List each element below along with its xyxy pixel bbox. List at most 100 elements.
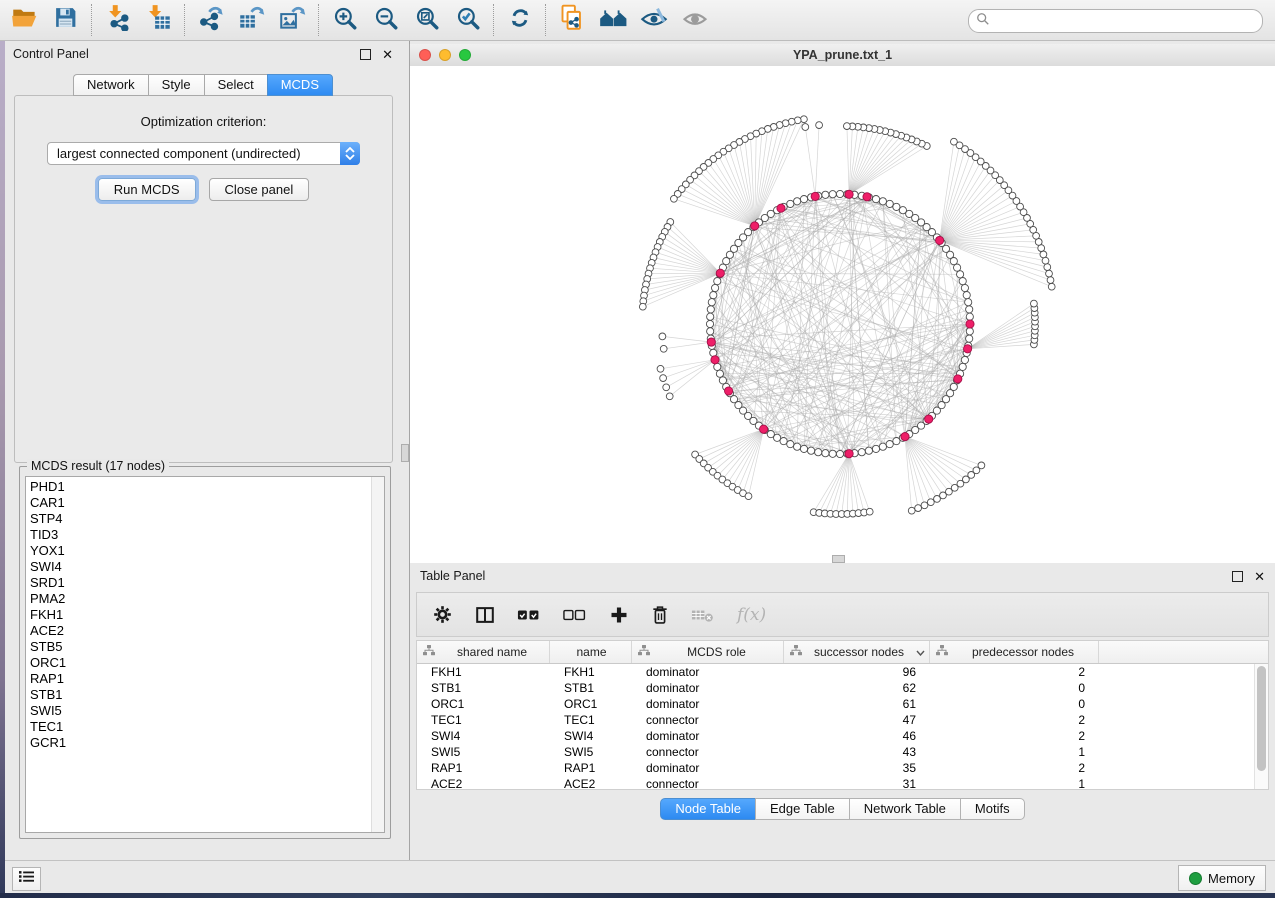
graph-node[interactable] <box>800 445 807 452</box>
table-row[interactable]: TEC1TEC1connector472 <box>417 712 1268 728</box>
table-cell[interactable]: 2 <box>930 761 1099 775</box>
mcds-result-item[interactable]: SWI5 <box>26 703 384 719</box>
graph-leaf-node[interactable] <box>951 138 958 145</box>
graph-node[interactable] <box>865 447 872 454</box>
table-cell[interactable]: 35 <box>784 761 930 775</box>
column-header-MCDS-role[interactable]: MCDS role <box>632 641 784 663</box>
zoom-in-button[interactable] <box>324 3 365 37</box>
table-cell[interactable]: FKH1 <box>550 665 632 679</box>
graph-hub-node[interactable] <box>811 192 819 200</box>
graph-node[interactable] <box>780 438 787 445</box>
table-cell[interactable]: STB1 <box>550 681 632 695</box>
graph-hub-node[interactable] <box>863 193 871 201</box>
graph-node[interactable] <box>794 443 801 450</box>
graph-hub-node[interactable] <box>707 338 715 346</box>
export-table-button[interactable] <box>231 3 272 37</box>
task-history-button[interactable] <box>12 867 41 891</box>
graph-node[interactable] <box>836 450 843 457</box>
table-cell[interactable]: 96 <box>784 665 930 679</box>
graph-node[interactable] <box>829 191 836 198</box>
graph-node[interactable] <box>822 450 829 457</box>
mcds-result-item[interactable]: STB5 <box>26 639 384 655</box>
mcds-result-item[interactable]: ORC1 <box>26 655 384 671</box>
table-cell[interactable]: SWI5 <box>417 745 550 759</box>
column-header-successor-nodes[interactable]: successor nodes <box>784 641 930 663</box>
table-cell[interactable]: dominator <box>632 665 784 679</box>
table-cell[interactable]: 46 <box>784 729 930 743</box>
table-cell[interactable]: 61 <box>784 697 930 711</box>
graph-leaf-node[interactable] <box>978 462 985 469</box>
graph-leaf-node[interactable] <box>801 116 808 123</box>
graph-leaf-node[interactable] <box>660 345 667 352</box>
graph-node[interactable] <box>886 441 893 448</box>
show-column-panel-button[interactable] <box>474 604 496 626</box>
save-session-button[interactable] <box>45 3 86 37</box>
close-panel-button[interactable]: Close panel <box>209 178 310 201</box>
table-cell[interactable]: 47 <box>784 713 930 727</box>
mcds-result-item[interactable]: ACE2 <box>26 623 384 639</box>
table-row[interactable]: ACE2ACE2connector311 <box>417 776 1268 790</box>
float-window-icon[interactable] <box>1232 571 1243 582</box>
graph-node[interactable] <box>716 370 723 377</box>
table-cell[interactable]: TEC1 <box>417 713 550 727</box>
table-cell[interactable]: 31 <box>784 777 930 790</box>
graph-node[interactable] <box>707 306 714 313</box>
table-cell[interactable]: ORC1 <box>550 697 632 711</box>
apply-layout-button[interactable] <box>499 3 540 37</box>
tab-motifs[interactable]: Motifs <box>960 798 1025 820</box>
graph-node[interactable] <box>893 438 900 445</box>
mcds-result-item[interactable]: PHD1 <box>26 479 384 495</box>
mcds-result-item[interactable]: PMA2 <box>26 591 384 607</box>
graph-node[interactable] <box>966 328 973 335</box>
open-file-button[interactable] <box>4 3 45 37</box>
table-row[interactable]: FKH1FKH1dominator962 <box>417 664 1268 680</box>
graph-leaf-node[interactable] <box>866 508 873 515</box>
graph-hub-node[interactable] <box>845 190 853 198</box>
graph-leaf-node[interactable] <box>671 195 678 202</box>
graph-hub-node[interactable] <box>954 375 962 383</box>
table-cell[interactable]: TEC1 <box>550 713 632 727</box>
select-all-rows-button[interactable] <box>517 607 542 623</box>
table-options-gear-button[interactable] <box>432 604 453 625</box>
column-header-predecessor-nodes[interactable]: predecessor nodes <box>930 641 1099 663</box>
table-scrollbar-thumb[interactable] <box>1257 666 1266 771</box>
graph-node[interactable] <box>886 200 893 207</box>
graph-hub-node[interactable] <box>760 425 768 433</box>
graph-leaf-node[interactable] <box>1031 300 1038 307</box>
graph-leaf-node[interactable] <box>660 375 667 382</box>
network-canvas[interactable] <box>410 66 1275 563</box>
graph-leaf-node[interactable] <box>1042 257 1049 264</box>
table-row[interactable]: STB1STB1dominator620 <box>417 680 1268 696</box>
graph-leaf-node[interactable] <box>663 384 670 391</box>
mcds-result-item[interactable]: SWI4 <box>26 559 384 575</box>
horizontal-splitter-handle[interactable] <box>832 555 845 563</box>
mcds-result-item[interactable]: RAP1 <box>26 671 384 687</box>
table-cell[interactable]: dominator <box>632 697 784 711</box>
mcds-result-item[interactable]: SRD1 <box>26 575 384 591</box>
graph-node[interactable] <box>712 284 719 291</box>
export-image-button[interactable] <box>272 3 313 37</box>
mcds-result-item[interactable]: YOX1 <box>26 543 384 559</box>
tab-style[interactable]: Style <box>148 74 204 96</box>
add-column-button[interactable] <box>609 605 629 625</box>
graph-node[interactable] <box>794 198 801 205</box>
graph-leaf-node[interactable] <box>921 502 928 509</box>
table-cell[interactable]: SWI4 <box>550 729 632 743</box>
table-cell[interactable]: 0 <box>930 681 1099 695</box>
graph-hub-node[interactable] <box>711 356 719 364</box>
table-row[interactable]: SWI4SWI4dominator462 <box>417 728 1268 744</box>
graph-leaf-node[interactable] <box>1047 277 1054 284</box>
table-cell[interactable]: connector <box>632 745 784 759</box>
graph-leaf-node[interactable] <box>1048 283 1055 290</box>
table-row[interactable]: ORC1ORC1dominator610 <box>417 696 1268 712</box>
graph-node[interactable] <box>957 271 964 278</box>
graph-node[interactable] <box>815 449 822 456</box>
graph-leaf-node[interactable] <box>908 507 915 514</box>
graph-node[interactable] <box>961 356 968 363</box>
table-cell[interactable]: FKH1 <box>417 665 550 679</box>
close-panel-icon[interactable]: ✕ <box>1254 570 1265 583</box>
graph-hub-node[interactable] <box>777 204 785 212</box>
graph-node[interactable] <box>872 196 879 203</box>
tab-edge-table[interactable]: Edge Table <box>755 798 849 820</box>
graph-node[interactable] <box>893 203 900 210</box>
